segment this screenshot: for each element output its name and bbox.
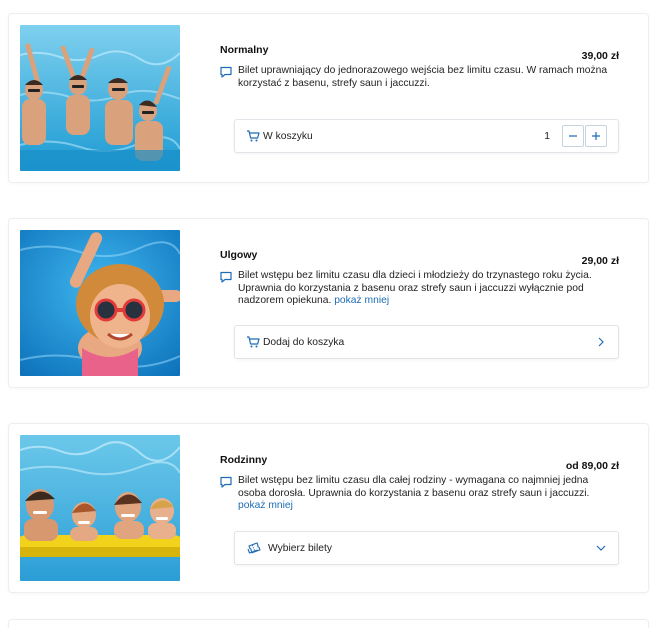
add-to-cart-label: Dodaj do koszyka [263, 336, 345, 348]
in-cart-bar: W koszyku 1 [234, 119, 619, 153]
comment-icon [220, 66, 232, 78]
minus-icon [569, 135, 577, 137]
product-card-next [9, 620, 648, 628]
choose-tickets-label: Wybierz bilety [268, 542, 332, 554]
product-price: 29,00 zł [581, 255, 619, 267]
decrease-quantity-button[interactable] [562, 125, 584, 147]
family-on-float-photo [20, 435, 180, 581]
quantity-value: 1 [544, 130, 550, 142]
choose-tickets-dropdown[interactable]: Wybierz bilety [234, 531, 619, 565]
product-card-ulgowy: Ulgowy 29,00 zł Bilet wstępu bez limitu … [9, 219, 648, 387]
child-swimming-photo [20, 230, 180, 376]
product-title: Rodzinny [220, 454, 268, 466]
product-price: od 89,00 zł [565, 460, 619, 472]
cart-icon [247, 336, 260, 348]
increase-quantity-button[interactable] [585, 125, 607, 147]
comment-icon [220, 476, 232, 488]
product-title: Ulgowy [220, 249, 258, 261]
plus-icon [592, 132, 600, 140]
product-description: Bilet uprawniający do jednorazowego wejś… [220, 65, 610, 90]
add-to-cart-button[interactable]: Dodaj do koszyka [234, 325, 619, 359]
product-card-normalny: Normalny 39,00 zł Bilet uprawniający do … [9, 14, 648, 182]
friends-in-pool-photo [20, 25, 180, 171]
show-less-link[interactable]: pokaż mniej [238, 500, 293, 511]
product-title: Normalny [220, 44, 269, 56]
chevron-right-icon [598, 337, 604, 347]
product-description: Bilet wstępu bez limitu czasu dla całej … [220, 475, 610, 513]
chevron-down-icon [596, 545, 606, 551]
description-text: Bilet wstępu bez limitu czasu dla całej … [238, 475, 590, 499]
tickets-icon [247, 542, 261, 554]
product-price: 39,00 zł [581, 50, 619, 62]
in-cart-label: W koszyku [263, 130, 313, 142]
comment-icon [220, 271, 232, 283]
cart-icon [247, 130, 260, 142]
product-card-rodzinny: Rodzinny od 89,00 zł Bilet wstępu bez li… [9, 424, 648, 592]
show-less-link[interactable]: pokaż mniej [334, 295, 389, 306]
description-text: Bilet wstępu bez limitu czasu dla dzieci… [238, 270, 592, 306]
description-text: Bilet uprawniający do jednorazowego wejś… [238, 65, 608, 89]
product-description: Bilet wstępu bez limitu czasu dla dzieci… [220, 270, 610, 308]
